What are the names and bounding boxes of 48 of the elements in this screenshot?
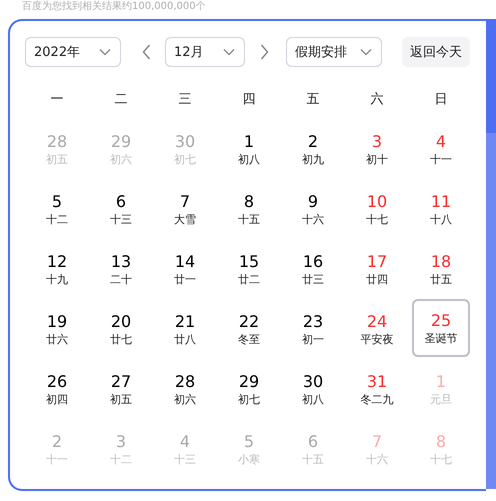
calendar-day[interactable]: 21 廿八 [155, 299, 215, 359]
calendar-day[interactable]: 26 初四 [27, 359, 87, 419]
calendar-day[interactable]: 12 十九 [27, 239, 87, 299]
calendar-day[interactable]: 8 十五 [219, 179, 279, 239]
calendar-day[interactable]: 3 初十 [347, 119, 407, 179]
weekday-label: 一 [50, 91, 64, 109]
chevron-left-icon[interactable] [142, 44, 150, 60]
calendar-day[interactable]: 24 平安夜 [347, 299, 407, 359]
calendar-day[interactable]: 7 大雪 [155, 179, 215, 239]
calendar-day[interactable]: 17 廿四 [347, 239, 407, 299]
calendar-day[interactable]: 6 十三 [91, 179, 151, 239]
calendar-day[interactable]: 20 廿七 [91, 299, 151, 359]
calendar-day[interactable]: 28 初六 [155, 359, 215, 419]
calendar-day[interactable]: 10 十七 [347, 179, 407, 239]
weekday-label: 四 [242, 91, 256, 109]
weekday-label: 三 [178, 91, 192, 109]
calendar-day[interactable]: 25 圣诞节 [412, 299, 470, 357]
calendar-day[interactable]: 2 初九 [283, 119, 343, 179]
holiday-select[interactable]: 假期安排 [286, 37, 382, 67]
calendar-day[interactable]: 15 廿二 [219, 239, 279, 299]
chevron-right-icon[interactable] [260, 44, 268, 60]
calendar-day[interactable]: 5 十二 [27, 179, 87, 239]
calendar-day[interactable]: 19 廿六 [27, 299, 87, 359]
calendar-day[interactable]: 31 冬二九 [347, 359, 407, 419]
calendar-day[interactable]: 22 冬至 [219, 299, 279, 359]
calendar-day[interactable]: 18 廿五 [411, 239, 471, 299]
weekday-label: 六 [370, 91, 384, 109]
calendar-day[interactable]: 9 十六 [283, 179, 343, 239]
calendar-day[interactable]: 23 初一 [283, 299, 343, 359]
chevron-down-icon [360, 48, 372, 56]
calendar-day[interactable]: 16 廿三 [283, 239, 343, 299]
year-select[interactable]: 2022年 [25, 37, 121, 67]
weekday-label: 二 [114, 91, 128, 109]
chevron-down-icon [223, 48, 235, 56]
chevron-down-icon [99, 48, 111, 56]
result-count: 百度为您找到相关结果约100,000,000个 [21, 0, 207, 13]
calendar-day[interactable]: 13 二十 [91, 239, 151, 299]
today-button[interactable]: 返回今天 [402, 37, 470, 67]
weekday-label: 日 [434, 91, 448, 109]
month-select[interactable]: 12月 [165, 37, 245, 67]
calendar-day[interactable]: 4 十一 [411, 119, 471, 179]
calendar-day[interactable]: 30 初八 [283, 359, 343, 419]
calendar-day[interactable]: 29 初七 [219, 359, 279, 419]
calendar-day[interactable]: 27 初五 [91, 359, 151, 419]
weekday-label: 五 [306, 91, 320, 109]
calendar-day[interactable]: 11 十八 [411, 179, 471, 239]
calendar-day[interactable]: 14 廿一 [155, 239, 215, 299]
calendar-day[interactable]: 1 初八 [219, 119, 279, 179]
